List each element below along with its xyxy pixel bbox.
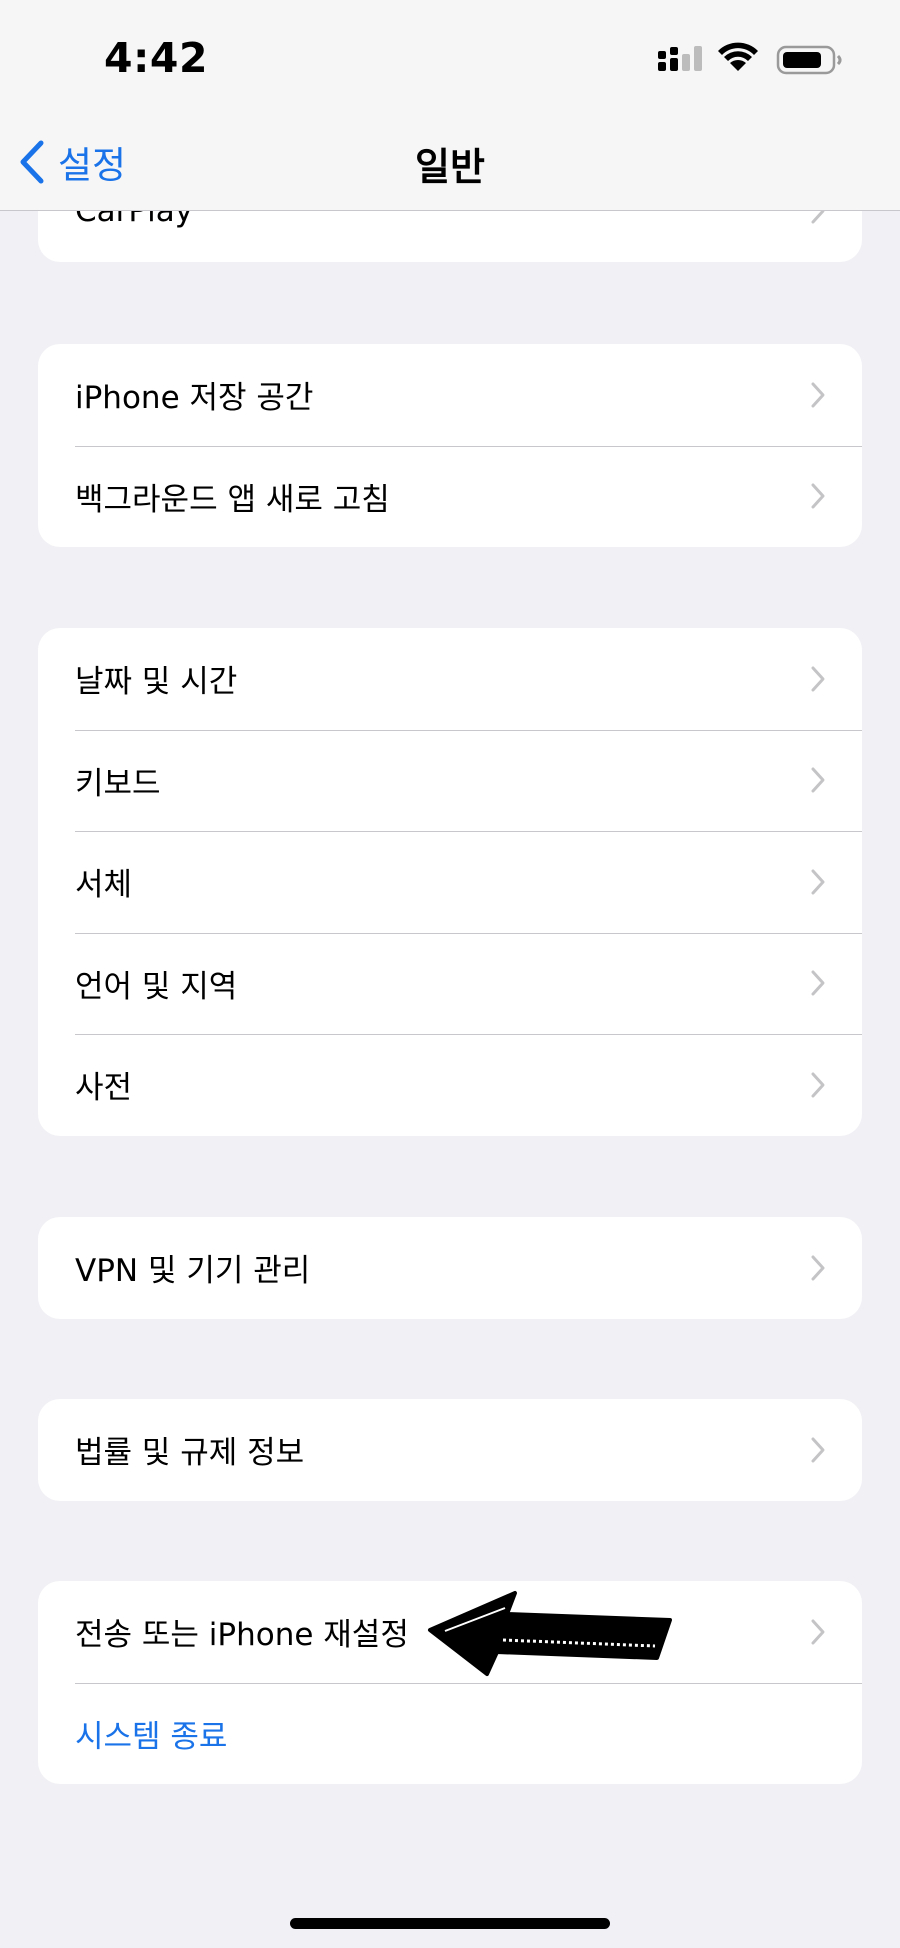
chevron-right-icon: [811, 767, 825, 793]
battery-icon: [776, 45, 842, 75]
row-legal-regulatory[interactable]: 법률 및 규제 정보: [38, 1399, 862, 1501]
chevron-right-icon: [811, 869, 825, 895]
annotation-arrow-icon: [428, 1591, 672, 1676]
row-label: 서체: [75, 867, 133, 904]
chevron-right-icon: [811, 1072, 825, 1098]
row-label: 법률 및 규제 정보: [75, 1435, 305, 1472]
row-label: 날짜 및 시간: [75, 664, 238, 701]
row-dictionary[interactable]: 사전: [38, 1034, 862, 1136]
wifi-icon: [718, 42, 758, 71]
row-fonts[interactable]: 서체: [38, 831, 862, 933]
home-indicator: [290, 1918, 610, 1929]
row-language-region[interactable]: 언어 및 지역: [38, 932, 862, 1035]
row-iphone-storage[interactable]: iPhone 저장 공간: [38, 344, 862, 446]
chevron-right-icon: [811, 1619, 825, 1645]
chevron-right-icon: [811, 970, 825, 996]
row-label: 시스템 종료: [75, 1718, 228, 1755]
settings-list: CarPlay iPhone 저장 공간 백그라운드 앱 새로 고침 날짜 및 …: [0, 0, 900, 1948]
row-label: 전송 또는 iPhone 재설정: [75, 1617, 409, 1654]
chevron-right-icon: [811, 382, 825, 408]
page-title: 일반: [415, 145, 485, 189]
group-vpn: VPN 및 기기 관리: [38, 1217, 862, 1319]
status-icons: [658, 42, 842, 75]
cellular-signal-icon: [658, 46, 702, 71]
row-label: 키보드: [75, 765, 161, 802]
row-label: 사전: [75, 1070, 133, 1107]
status-time: 4:42: [104, 34, 208, 82]
navigation-bar: 설정 일반: [0, 120, 900, 211]
row-keyboard[interactable]: 키보드: [38, 729, 862, 832]
row-background-app-refresh[interactable]: 백그라운드 앱 새로 고침: [38, 445, 862, 548]
group-legal: 법률 및 규제 정보: [38, 1399, 862, 1501]
chevron-right-icon: [811, 1437, 825, 1463]
row-vpn-device-management[interactable]: VPN 및 기기 관리: [38, 1217, 862, 1319]
row-label: VPN 및 기기 관리: [75, 1253, 311, 1290]
row-label: 언어 및 지역: [75, 968, 238, 1005]
group-storage: iPhone 저장 공간 백그라운드 앱 새로 고침: [38, 344, 862, 547]
group-locale: 날짜 및 시간 키보드 서체 언어 및 지역 사전: [38, 628, 862, 1136]
row-date-time[interactable]: 날짜 및 시간: [38, 628, 862, 730]
chevron-right-icon: [811, 1255, 825, 1281]
status-bar: 4:42: [0, 0, 900, 120]
chevron-right-icon: [811, 483, 825, 509]
row-shut-down[interactable]: 시스템 종료: [38, 1682, 862, 1785]
chevron-right-icon: [811, 666, 825, 692]
row-label: iPhone 저장 공간: [75, 380, 314, 417]
row-label: 백그라운드 앱 새로 고침: [75, 481, 390, 518]
